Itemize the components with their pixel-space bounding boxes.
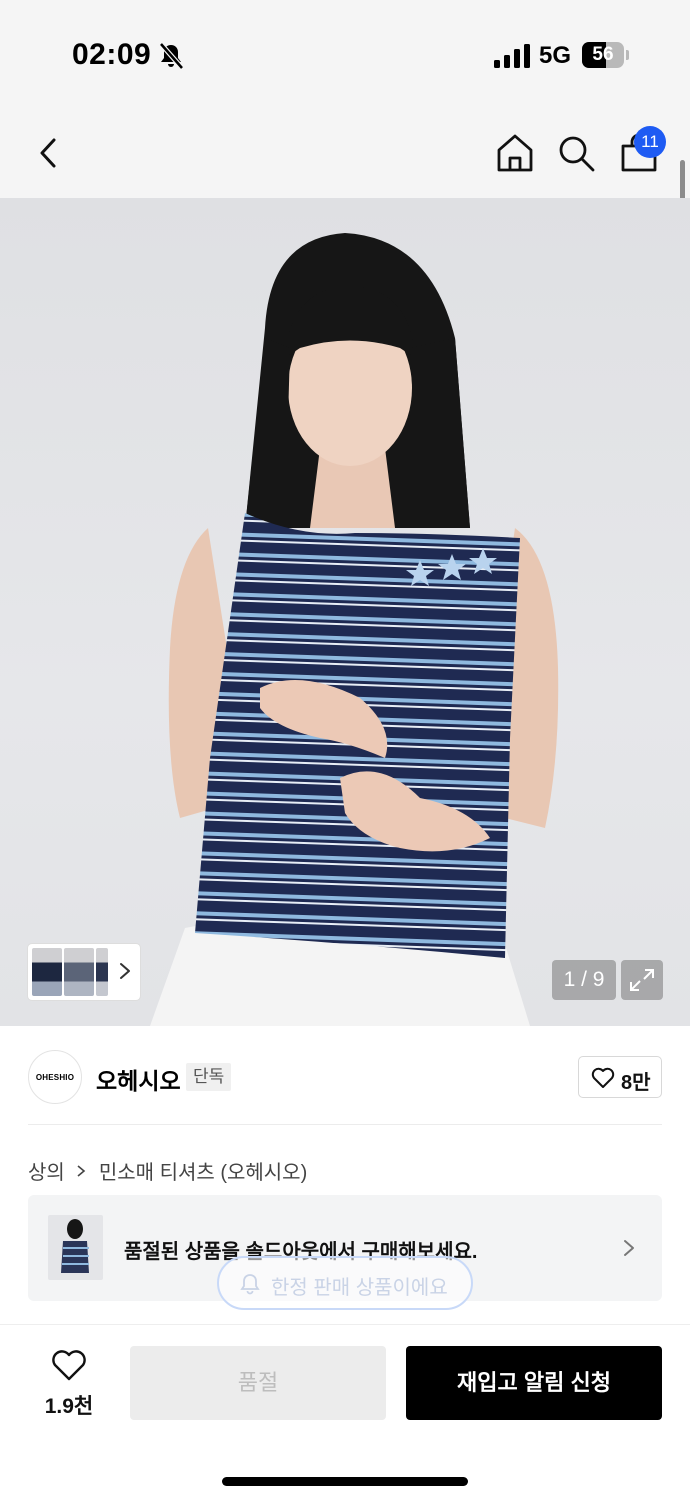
battery-percent: 56	[592, 44, 614, 65]
thumbnail-3[interactable]	[96, 948, 108, 996]
breadcrumb: 상의 민소매 티셔츠 (오헤시오)	[28, 1156, 307, 1185]
breadcrumb-subcategory[interactable]: 민소매 티셔츠 (오헤시오)	[99, 1156, 307, 1185]
heart-outline-icon	[52, 1350, 86, 1381]
brand-name[interactable]: 오헤시오	[96, 1062, 181, 1096]
exclusive-badge: 단독	[186, 1063, 232, 1091]
thumbnail-2[interactable]	[64, 948, 94, 996]
bell-slash-icon	[159, 42, 184, 70]
soldout-product-thumbnail	[48, 1215, 103, 1280]
brand-like-count: 8만	[621, 1072, 651, 1094]
chevron-right-icon	[624, 1240, 634, 1256]
divider	[28, 1124, 662, 1125]
chevron-right-icon	[77, 1164, 86, 1177]
brand-logo[interactable]: OHESHIO	[28, 1050, 82, 1104]
home-icon[interactable]	[492, 130, 538, 176]
expand-icon	[630, 969, 654, 991]
limited-sale-toast: 한정 판매 상품이에요	[217, 1256, 473, 1310]
limited-sale-text: 한정 판매 상품이에요	[271, 1277, 448, 1299]
home-indicator[interactable]	[222, 1477, 468, 1486]
top-nav-bar	[0, 110, 690, 198]
network-label: 5G	[539, 42, 572, 69]
search-icon[interactable]	[553, 130, 599, 176]
back-chevron-icon[interactable]	[26, 130, 72, 176]
battery-icon: 56	[582, 42, 629, 68]
chevron-right-icon[interactable]	[118, 960, 132, 982]
bell-icon	[240, 1274, 260, 1295]
soldout-button: 품절	[130, 1346, 386, 1420]
cart-count-badge: 11	[634, 126, 666, 158]
image-page-counter: 1 / 9	[552, 960, 616, 1000]
thumbnail-1[interactable]	[32, 948, 62, 996]
wishlist-button[interactable]: 1.9천	[28, 1346, 110, 1418]
breadcrumb-category[interactable]: 상의	[28, 1156, 65, 1185]
expand-button[interactable]	[621, 960, 663, 1000]
wishlist-count: 1.9천	[44, 1395, 94, 1418]
product-image[interactable]	[0, 198, 690, 1026]
heart-outline-icon	[591, 1067, 615, 1088]
brand-like-button[interactable]: 8만	[578, 1056, 662, 1098]
status-bar: 02:09 5G 56	[0, 0, 690, 110]
signal-bars-icon	[494, 44, 530, 68]
restock-alert-button[interactable]: 재입고 알림 신청	[406, 1346, 662, 1420]
model-photo	[150, 233, 559, 1026]
status-time: 02:09	[72, 38, 152, 71]
